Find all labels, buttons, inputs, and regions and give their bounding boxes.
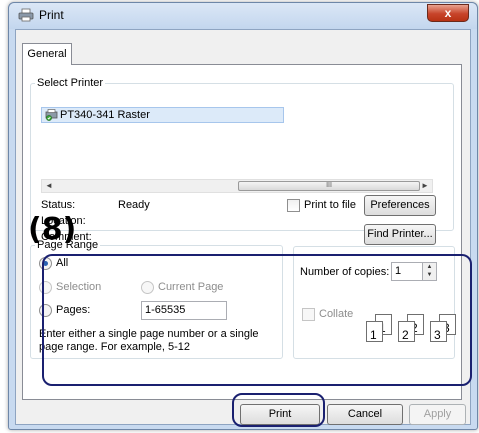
radio-selection[interactable] — [39, 281, 52, 294]
scroll-thumb[interactable]: III — [238, 181, 420, 191]
copies-spinner[interactable]: ▲ ▼ — [422, 262, 437, 281]
print-dialog: Print x General Select Printer PT340-341… — [8, 2, 478, 430]
status-value: Ready — [118, 199, 150, 211]
general-tab-panel: Select Printer PT340-341 Raster ◄ III ► … — [22, 64, 462, 400]
printer-ready-icon — [45, 109, 58, 121]
printer-icon — [18, 8, 34, 22]
spin-down-icon[interactable]: ▼ — [423, 271, 436, 279]
collate-page: 3 — [430, 321, 447, 342]
dialog-body: General Select Printer PT340-341 Raster — [15, 29, 471, 425]
print-to-file-label: Print to file — [304, 199, 356, 211]
spin-up-icon[interactable]: ▲ — [423, 263, 436, 271]
all-label: All — [56, 257, 69, 269]
collate-checkbox[interactable] — [302, 308, 315, 321]
printer-list[interactable]: PT340-341 Raster ◄ III ► — [41, 103, 433, 193]
radio-current-page[interactable] — [141, 281, 154, 294]
status-label: Status: — [41, 199, 76, 211]
radio-all[interactable] — [39, 257, 52, 270]
window-title: Print — [39, 8, 64, 22]
collate-page: 1 — [366, 321, 383, 342]
find-printer-button[interactable]: Find Printer... — [364, 224, 436, 245]
collate-label: Collate — [319, 308, 354, 320]
scroll-left-icon[interactable]: ◄ — [42, 180, 56, 192]
radio-pages[interactable] — [39, 304, 52, 317]
copies-group: Number of copies: 1 ▲ ▼ Collate 1 1 2 2 … — [293, 246, 456, 359]
pages-input[interactable]: 1-65535 — [141, 301, 227, 320]
print-button[interactable]: Print — [240, 404, 320, 425]
preferences-button[interactable]: Preferences — [364, 195, 436, 216]
selection-label: Selection — [56, 281, 102, 293]
printer-list-item[interactable]: PT340-341 Raster — [41, 107, 284, 123]
close-button[interactable]: x — [427, 4, 469, 22]
number-of-copies-label: Number of copies: — [300, 266, 390, 278]
page-range-group: Page Range All Selection Current Page Pa… — [30, 239, 283, 359]
page-range-hint: Enter either a single page number or a s… — [39, 328, 259, 353]
printer-name: PT340-341 Raster — [60, 109, 150, 121]
horizontal-scrollbar[interactable]: ◄ III ► — [41, 179, 433, 193]
select-printer-legend: Select Printer — [37, 77, 104, 89]
annotation-step-label: (8) — [28, 212, 77, 247]
scroll-right-icon[interactable]: ► — [418, 180, 432, 192]
tab-general[interactable]: General — [22, 43, 72, 65]
pages-label: Pages: — [56, 304, 91, 316]
collate-page: 2 — [398, 321, 415, 342]
title-bar[interactable]: Print x — [9, 3, 477, 29]
copies-input[interactable]: 1 — [391, 262, 423, 281]
print-to-file-checkbox[interactable] — [287, 199, 300, 212]
cancel-button[interactable]: Cancel — [327, 404, 403, 425]
select-printer-group: Select Printer PT340-341 Raster ◄ III ► … — [30, 77, 454, 245]
apply-button[interactable]: Apply — [409, 404, 466, 425]
current-page-label: Current Page — [158, 281, 224, 293]
